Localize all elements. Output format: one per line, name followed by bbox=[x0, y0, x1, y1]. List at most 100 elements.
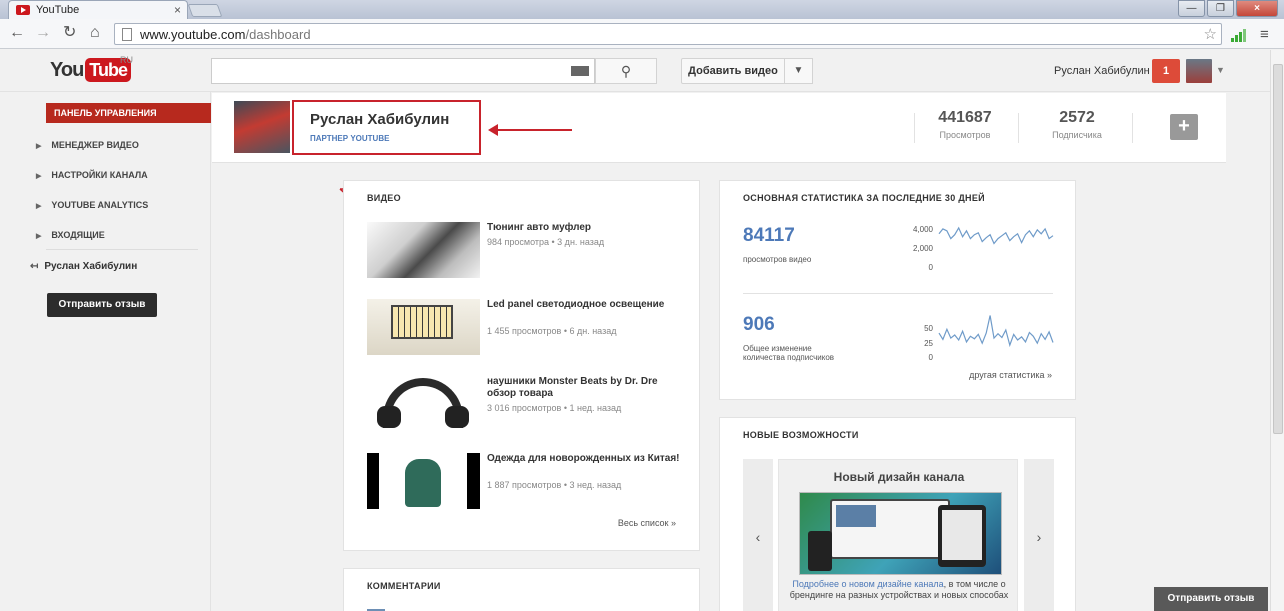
back-arrow-icon[interactable]: ← bbox=[9, 25, 25, 41]
tab-close-icon[interactable]: × bbox=[174, 3, 181, 17]
video-meta: 1 887 просмотров • 3 нед. назад bbox=[487, 480, 622, 490]
subscribers-count: 2572 bbox=[1059, 109, 1095, 126]
list-item[interactable]: наушники Monster Beats by Dr. Dre обзор … bbox=[367, 376, 687, 436]
home-icon[interactable]: ⌂ bbox=[90, 25, 100, 41]
logo-you: You bbox=[50, 58, 84, 81]
subscribers-30d-value[interactable]: 906 bbox=[743, 314, 775, 336]
extension-signal-icon[interactable] bbox=[1231, 29, 1246, 42]
video-title[interactable]: Одежда для новорожденных из Китая! bbox=[487, 453, 687, 465]
masthead-user-name[interactable]: Руслан Хабибулин bbox=[1054, 65, 1150, 77]
floating-feedback-button[interactable]: Отправить отзыв bbox=[1154, 587, 1268, 611]
sparkline-tick-label: 0 bbox=[928, 353, 933, 362]
stats-card-title: ОСНОВНАЯ СТАТИСТИКА ЗА ПОСЛЕДНИЕ 30 ДНЕЙ bbox=[743, 193, 985, 203]
bookmark-star-icon[interactable]: ☆ bbox=[1204, 25, 1217, 43]
youtube-logo[interactable]: You Tube RU bbox=[50, 55, 133, 82]
page-scrollbar[interactable] bbox=[1270, 50, 1284, 611]
list-item[interactable]: Тюнинг авто муфлер 984 просмотра • 3 дн.… bbox=[367, 222, 687, 282]
sidebar-item-inbox[interactable]: ▶ ВХОДЯЩИЕ bbox=[36, 230, 105, 240]
browser-tab[interactable]: YouTube × bbox=[8, 0, 188, 19]
reload-icon[interactable]: ↻ bbox=[63, 25, 76, 41]
new-tab-button[interactable] bbox=[187, 4, 223, 17]
video-thumbnail[interactable] bbox=[367, 222, 480, 278]
add-button[interactable]: + bbox=[1170, 114, 1198, 140]
video-title[interactable]: Тюнинг авто муфлер bbox=[487, 222, 687, 234]
sidebar-item-dashboard[interactable]: ПАНЕЛЬ УПРАВЛЕНИЯ bbox=[46, 103, 211, 123]
stats-divider bbox=[743, 293, 1053, 294]
url-path: /dashboard bbox=[245, 27, 311, 42]
maximize-button[interactable]: ❐ bbox=[1207, 0, 1234, 17]
page-icon bbox=[122, 28, 132, 41]
video-title[interactable]: Led panel светодиодное освещение bbox=[487, 299, 687, 311]
dashboard-main: ВИДЕО Тюнинг авто муфлер 984 просмотра •… bbox=[212, 164, 1226, 611]
sidebar-item-video-manager[interactable]: ▶ МЕНЕДЖЕР ВИДЕО bbox=[36, 140, 139, 150]
header-divider bbox=[1132, 113, 1133, 143]
videos-card-title: ВИДЕО bbox=[367, 193, 401, 203]
channel-name[interactable]: Руслан Хабибулин bbox=[310, 111, 449, 128]
video-thumbnail[interactable] bbox=[367, 299, 480, 355]
avatar[interactable] bbox=[1186, 59, 1212, 83]
video-title[interactable]: наушники Monster Beats by Dr. Dre обзор … bbox=[487, 376, 687, 400]
upload-dropdown-button[interactable]: ▼ bbox=[785, 58, 813, 84]
more-stats-link[interactable]: другая статистика » bbox=[969, 370, 1052, 380]
views-30d-value[interactable]: 84117 bbox=[743, 225, 795, 247]
browser-menu-icon[interactable]: ≡ bbox=[1260, 26, 1269, 43]
channel-avatar[interactable] bbox=[234, 101, 290, 153]
partner-badge[interactable]: ПАРТНЕР YOUTUBE bbox=[310, 134, 389, 143]
list-item[interactable]: Led panel светодиодное освещение 1 455 п… bbox=[367, 299, 687, 359]
laptop-illustration bbox=[830, 499, 950, 559]
youtube-masthead: You Tube RU ⚲ Добавить видео ▼ Руслан Ха… bbox=[0, 50, 1270, 92]
triangle-right-icon: ▶ bbox=[36, 143, 42, 150]
carousel-next-button[interactable]: › bbox=[1024, 459, 1054, 611]
comments-card: КОММЕНТАРИИ bbox=[343, 568, 700, 611]
notification-badge[interactable]: 1 bbox=[1152, 59, 1180, 83]
youtube-favicon-icon bbox=[16, 5, 30, 15]
send-feedback-button[interactable]: Отправить отзыв bbox=[47, 293, 157, 317]
scrollbar-thumb[interactable] bbox=[1273, 64, 1283, 434]
sidebar-divider bbox=[46, 249, 198, 250]
carousel-prev-button[interactable]: ‹ bbox=[743, 459, 773, 611]
list-item[interactable]: Одежда для новорожденных из Китая! 1 887… bbox=[367, 453, 687, 513]
comments-card-title: КОММЕНТАРИИ bbox=[367, 581, 441, 591]
window-controls: — ❐ × bbox=[1178, 0, 1278, 17]
video-thumbnail[interactable] bbox=[367, 376, 480, 432]
views-count: 441687 bbox=[938, 109, 992, 126]
sidebar-item-label: МЕНЕДЖЕР ВИДЕО bbox=[51, 140, 139, 150]
triangle-right-icon: ▶ bbox=[36, 233, 42, 240]
close-window-button[interactable]: × bbox=[1236, 0, 1278, 17]
subscribers-sparkline bbox=[938, 315, 1054, 348]
feature-slide-image[interactable] bbox=[799, 492, 1002, 575]
account-caret-icon[interactable]: ▼ bbox=[1216, 65, 1225, 75]
search-button[interactable]: ⚲ bbox=[595, 58, 657, 84]
minimize-button[interactable]: — bbox=[1178, 0, 1205, 17]
sidebar-channel-link[interactable]: ↤ Руслан Хабибулин bbox=[30, 261, 137, 272]
sidebar-item-channel-settings[interactable]: ▶ НАСТРОЙКИ КАНАЛА bbox=[36, 170, 148, 180]
see-all-videos-link[interactable]: Весь список » bbox=[618, 518, 676, 528]
keyboard-icon[interactable] bbox=[571, 66, 589, 76]
annotation-arrow bbox=[488, 124, 572, 136]
video-thumbnail[interactable] bbox=[367, 453, 480, 509]
forward-arrow-icon[interactable]: → bbox=[35, 25, 51, 41]
address-bar[interactable]: www.youtube.com/dashboard ☆ bbox=[114, 23, 1222, 45]
subscribers-30d-label-line2: количества подписчиков bbox=[743, 353, 835, 362]
features-card: НОВЫЕ ВОЗМОЖНОСТИ ‹ Новый дизайн канала … bbox=[719, 417, 1076, 611]
video-meta: 3 016 просмотров • 1 нед. назад bbox=[487, 403, 622, 413]
browser-toolbar: ← → ↻ ⌂ www.youtube.com/dashboard ☆ ≡ bbox=[0, 19, 1284, 49]
subscribers-sparkline-line bbox=[938, 315, 1054, 348]
sparkline-tick-label: 25 bbox=[924, 339, 933, 348]
search-input[interactable] bbox=[211, 58, 595, 84]
triangle-right-icon: ▶ bbox=[36, 173, 42, 180]
subscribers-label: Подписчика bbox=[1052, 130, 1102, 140]
tab-title: YouTube bbox=[36, 4, 80, 16]
plus-icon: + bbox=[1178, 115, 1190, 137]
feature-slide-text: Подробнее о новом дизайне канала, в том … bbox=[787, 579, 1011, 601]
channel-header: Руслан Хабибулин ПАРТНЕР YOUTUBE 441687 … bbox=[212, 93, 1226, 163]
browser-tabstrip: YouTube × — ❐ × bbox=[0, 0, 1284, 19]
feature-learn-more-link[interactable]: Подробнее о новом дизайне канала bbox=[792, 579, 943, 589]
views-sparkline-line bbox=[938, 226, 1054, 245]
sidebar-item-analytics[interactable]: ▶ YOUTUBE ANALYTICS bbox=[36, 200, 148, 210]
phone-illustration bbox=[808, 531, 832, 571]
video-meta: 984 просмотра • 3 дн. назад bbox=[487, 237, 605, 247]
views-30d-label: просмотров видео bbox=[743, 255, 812, 264]
views-sparkline bbox=[938, 226, 1054, 245]
upload-button[interactable]: Добавить видео bbox=[681, 58, 785, 84]
